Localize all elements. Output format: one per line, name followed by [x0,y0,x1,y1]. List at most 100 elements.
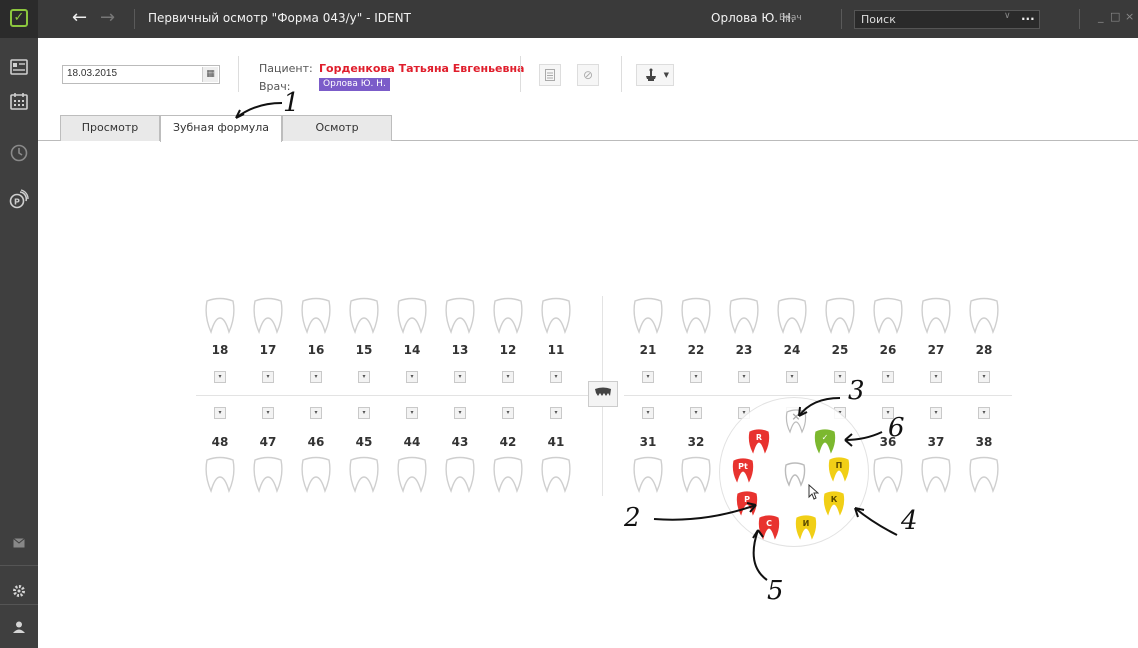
jaw-toggle-button[interactable] [588,381,618,407]
tooth-28[interactable] [967,296,1001,335]
back-arrow-icon[interactable]: ← [72,7,87,29]
tooth-13[interactable] [443,296,477,335]
tooth-26[interactable] [871,296,905,335]
doctor-name-badge[interactable]: Орлова Ю. Н. [319,78,390,91]
tooth-status-option[interactable]: К [822,490,846,516]
tooth-surface-button-31[interactable]: ▾ [642,407,654,419]
tooth-surface-button-38[interactable]: ▾ [978,407,990,419]
tab-view[interactable]: Просмотр [60,115,160,141]
tooth-48[interactable] [203,455,237,494]
tooth-surface-button-22[interactable]: ▾ [690,371,702,383]
tooth-14[interactable] [395,296,429,335]
tooth-surface-button-32[interactable]: ▾ [690,407,702,419]
tooth-38[interactable] [967,455,1001,494]
tooth-status-option[interactable]: × [784,408,808,434]
tooth-number: 38 [975,435,993,449]
tooth-18[interactable] [203,296,237,335]
tooth-surface-button-44[interactable]: ▾ [406,407,418,419]
tooth-27[interactable] [919,296,953,335]
chevron-down-icon[interactable]: ∨ [1004,11,1011,21]
patient-card-icon[interactable] [6,54,32,80]
minimize-icon[interactable]: _ [1098,10,1104,23]
tooth-surface-button-17[interactable]: ▾ [262,371,274,383]
user-icon[interactable] [6,614,32,640]
mail-icon[interactable] [6,530,32,556]
maximize-icon[interactable]: □ [1110,10,1120,23]
tooth-surface-button-47[interactable]: ▾ [262,407,274,419]
close-icon[interactable]: × [1125,10,1134,23]
tooth-12[interactable] [491,296,525,335]
tooth-status-option[interactable]: P [735,490,759,516]
tooth-22[interactable] [679,296,713,335]
tooth-41[interactable] [539,455,573,494]
dental-chair-button[interactable]: ▼ [636,64,674,86]
tooth-36[interactable] [871,455,905,494]
tooth-17[interactable] [251,296,285,335]
tooth-surface-button-14[interactable]: ▾ [406,371,418,383]
tooth-status-option[interactable]: Pt [731,457,755,483]
status-code-label: И [802,519,810,528]
tooth-surface-button-26[interactable]: ▾ [882,371,894,383]
tooth-surface-button-41[interactable]: ▾ [550,407,562,419]
tooth-number: 24 [783,343,801,357]
patient-name[interactable]: Горденкова Татьяна Евгеньевна [319,62,524,75]
forward-arrow-icon[interactable]: → [100,7,115,29]
tooth-surface-button-23[interactable]: ▾ [738,371,750,383]
tooth-21[interactable] [631,296,665,335]
tooth-24[interactable] [775,296,809,335]
tooth-surface-button-45[interactable]: ▾ [358,407,370,419]
tooth-25[interactable] [823,296,857,335]
tooth-surface-button-18[interactable]: ▾ [214,371,226,383]
tooth-32[interactable] [679,455,713,494]
cancel-icon[interactable]: ⊘ [577,64,599,86]
tooth-surface-button-48[interactable]: ▾ [214,407,226,419]
tab-examination[interactable]: Осмотр [282,115,392,141]
tooth-surface-button-12[interactable]: ▾ [502,371,514,383]
tooth-11[interactable] [539,296,573,335]
dental-chart: 18 ▾ 17 ▾ 16 ▾ 15 ▾ 14 ▾ 13 ▾ 12 ▾ 11 ▾ 21 ▾ 22 ▾ 23 ▾ 24 ▾ 25 ▾ 2… [38,141,1138,648]
tooth-surface-button-13[interactable]: ▾ [454,371,466,383]
date-field[interactable]: 18.03.2015 [62,65,220,84]
tooth-status-option[interactable]: ✓ [813,428,837,454]
search-more-button[interactable]: ... [1021,9,1035,23]
coins-icon[interactable]: P [6,186,32,212]
tooth-surface-button-11[interactable]: ▾ [550,371,562,383]
calendar-icon[interactable] [6,88,32,114]
gear-icon[interactable] [6,578,32,604]
tooth-surface-button-37[interactable]: ▾ [930,407,942,419]
calendar-picker-icon[interactable]: ▦ [202,67,218,82]
tooth-surface-button-42[interactable]: ▾ [502,407,514,419]
tooth-42[interactable] [491,455,525,494]
document-icon[interactable] [539,64,561,86]
tooth-23[interactable] [727,296,761,335]
app-logo[interactable]: ✓ [0,0,38,38]
tooth-surface-button-25[interactable]: ▾ [834,371,846,383]
tooth-surface-button-27[interactable]: ▾ [930,371,942,383]
tooth-surface-button-46[interactable]: ▾ [310,407,322,419]
tooth-status-option[interactable]: П [827,456,851,482]
tooth-status-option[interactable]: И [794,514,818,540]
tooth-surface-button-43[interactable]: ▾ [454,407,466,419]
tooth-16[interactable] [299,296,333,335]
clock-icon[interactable] [6,140,32,166]
tooth-surface-button-24[interactable]: ▾ [786,371,798,383]
tooth-31[interactable] [631,455,665,494]
tooth-surface-button-16[interactable]: ▾ [310,371,322,383]
tooth-status-option[interactable]: С [757,514,781,540]
tab-bar: Просмотр Зубная формула Осмотр [38,110,1138,142]
tooth-47[interactable] [251,455,285,494]
jaw-divider [196,395,592,396]
tooth-status-option[interactable]: R [747,428,771,454]
tooth-15[interactable] [347,296,381,335]
tooth-46[interactable] [299,455,333,494]
tooth-number: 46 [307,435,325,449]
tab-dental-formula[interactable]: Зубная формула [160,115,282,142]
tooth-surface-button-28[interactable]: ▾ [978,371,990,383]
tooth-37[interactable] [919,455,953,494]
tooth-45[interactable] [347,455,381,494]
tooth-43[interactable] [443,455,477,494]
tooth-surface-button-21[interactable]: ▾ [642,371,654,383]
search-input[interactable]: Поиск [854,10,1040,29]
tooth-surface-button-15[interactable]: ▾ [358,371,370,383]
tooth-44[interactable] [395,455,429,494]
